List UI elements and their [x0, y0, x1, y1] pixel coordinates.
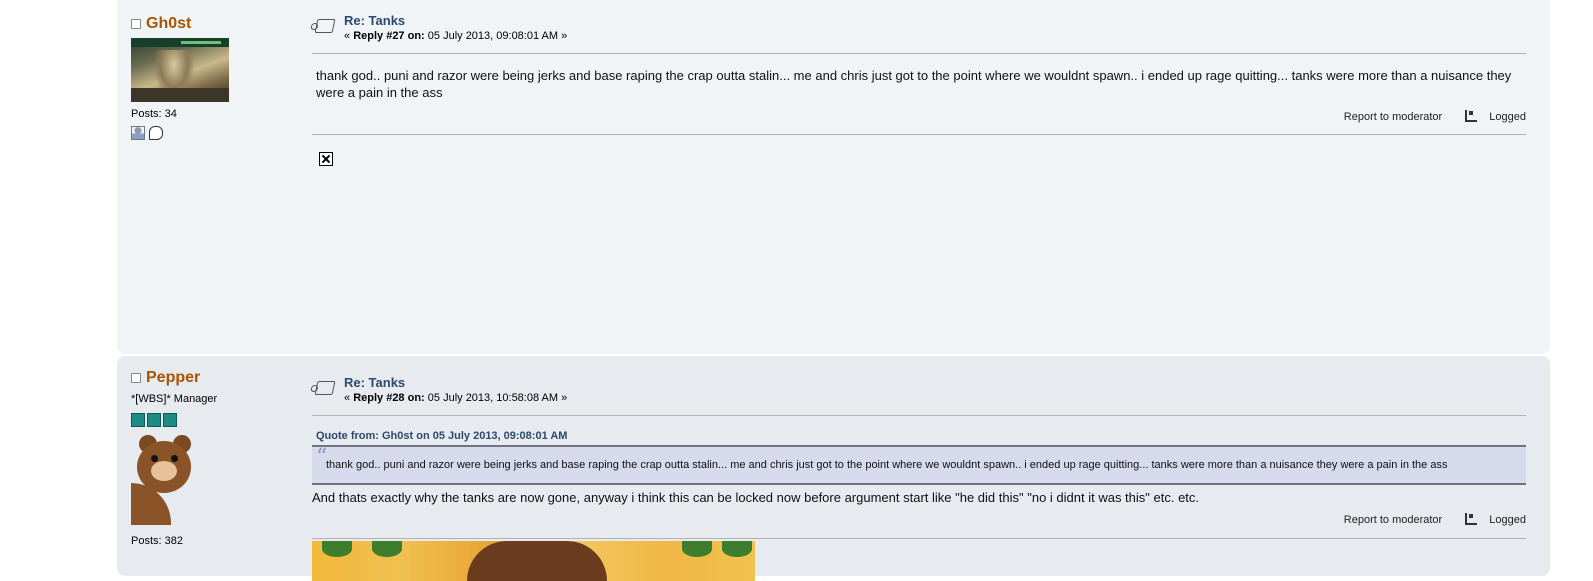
report-to-moderator-link[interactable]: Report to moderator — [1344, 111, 1442, 123]
logged-ip-icon — [1465, 110, 1478, 122]
post-body: thank god.. puni and razor were being je… — [316, 68, 1512, 100]
signature-divider — [312, 134, 1526, 135]
poster-name-link[interactable]: Pepper — [146, 369, 200, 387]
poster-info: Gh0st Posts: 34 — [131, 15, 301, 140]
avatar — [131, 433, 191, 525]
post-content: Re: Tanks « Reply #27 on: 05 July 2013, … — [312, 13, 1526, 166]
logged-ip: Logged — [1455, 513, 1526, 526]
reply-date: 05 July 2013, 10:58:08 AM » — [427, 392, 568, 404]
post-body: And thats exactly why the tanks are now … — [312, 490, 1200, 505]
post-count: Posts: 34 — [131, 108, 177, 120]
post-count: Posts: 382 — [131, 535, 183, 547]
broken-image-icon — [319, 152, 333, 166]
poster-name-link[interactable]: Gh0st — [146, 15, 191, 33]
quote-block: thank god.. puni and razor were being je… — [312, 445, 1526, 485]
member-group: *[WBS]* Manager — [131, 393, 218, 405]
rank-star-icon — [131, 413, 145, 427]
rank-stars — [131, 413, 301, 427]
post-keyinfo: Re: Tanks « Reply #28 on: 05 July 2013, … — [312, 375, 1526, 415]
offline-status-icon — [131, 373, 141, 383]
reply-date: 05 July 2013, 09:08:01 AM » — [427, 30, 568, 42]
reply-prefix: « — [344, 30, 351, 42]
post-meta: « Reply #28 on: 05 July 2013, 10:58:08 A… — [344, 392, 567, 404]
rank-star-icon — [163, 413, 177, 427]
poster-name[interactable]: Gh0st — [131, 15, 301, 33]
post-subject-link[interactable]: Re: Tanks — [344, 13, 405, 28]
quote-text: thank god.. puni and razor were being je… — [326, 459, 1448, 471]
offline-status-icon — [131, 19, 141, 29]
post-content: Re: Tanks « Reply #28 on: 05 July 2013, … — [312, 375, 1526, 581]
profile-icons — [131, 126, 301, 140]
post-keyinfo: Re: Tanks « Reply #27 on: 05 July 2013, … — [312, 13, 1526, 53]
topic-icon — [314, 19, 336, 33]
divider — [312, 53, 1526, 54]
post-meta: « Reply #27 on: 05 July 2013, 09:08:01 A… — [344, 30, 567, 42]
reply-number: Reply #27 on: — [353, 30, 425, 42]
poster-name[interactable]: Pepper — [131, 369, 301, 387]
post-footer: Report to moderator Logged — [312, 107, 1526, 127]
post-footer: Report to moderator Logged — [312, 510, 1526, 530]
divider — [312, 415, 1526, 416]
reply-number: Reply #28 on: — [353, 392, 425, 404]
logged-label: Logged — [1489, 111, 1526, 123]
post-28: Pepper *[WBS]* Manager Posts: 382 Re: Ta… — [117, 356, 1550, 581]
logged-ip-icon — [1465, 513, 1478, 525]
topic-icon — [314, 381, 336, 395]
quote-header-link[interactable]: Quote from: Gh0st on 05 July 2013, 09:08… — [316, 430, 1526, 442]
poster-info: Pepper *[WBS]* Manager Posts: 382 — [131, 369, 301, 547]
reply-prefix: « — [344, 392, 351, 404]
personal-message-icon[interactable] — [149, 126, 163, 140]
report-to-moderator-link[interactable]: Report to moderator — [1344, 514, 1442, 526]
avatar — [131, 38, 229, 102]
signature-image — [312, 541, 755, 581]
rank-star-icon — [147, 413, 161, 427]
logged-label: Logged — [1489, 514, 1526, 526]
signature-divider — [312, 538, 1526, 539]
post-27: Gh0st Posts: 34 Re: Tanks « Reply #27 on… — [117, 0, 1550, 354]
post-subject-link[interactable]: Re: Tanks — [344, 375, 405, 390]
profile-icon[interactable] — [131, 126, 145, 140]
logged-ip: Logged — [1455, 110, 1526, 123]
